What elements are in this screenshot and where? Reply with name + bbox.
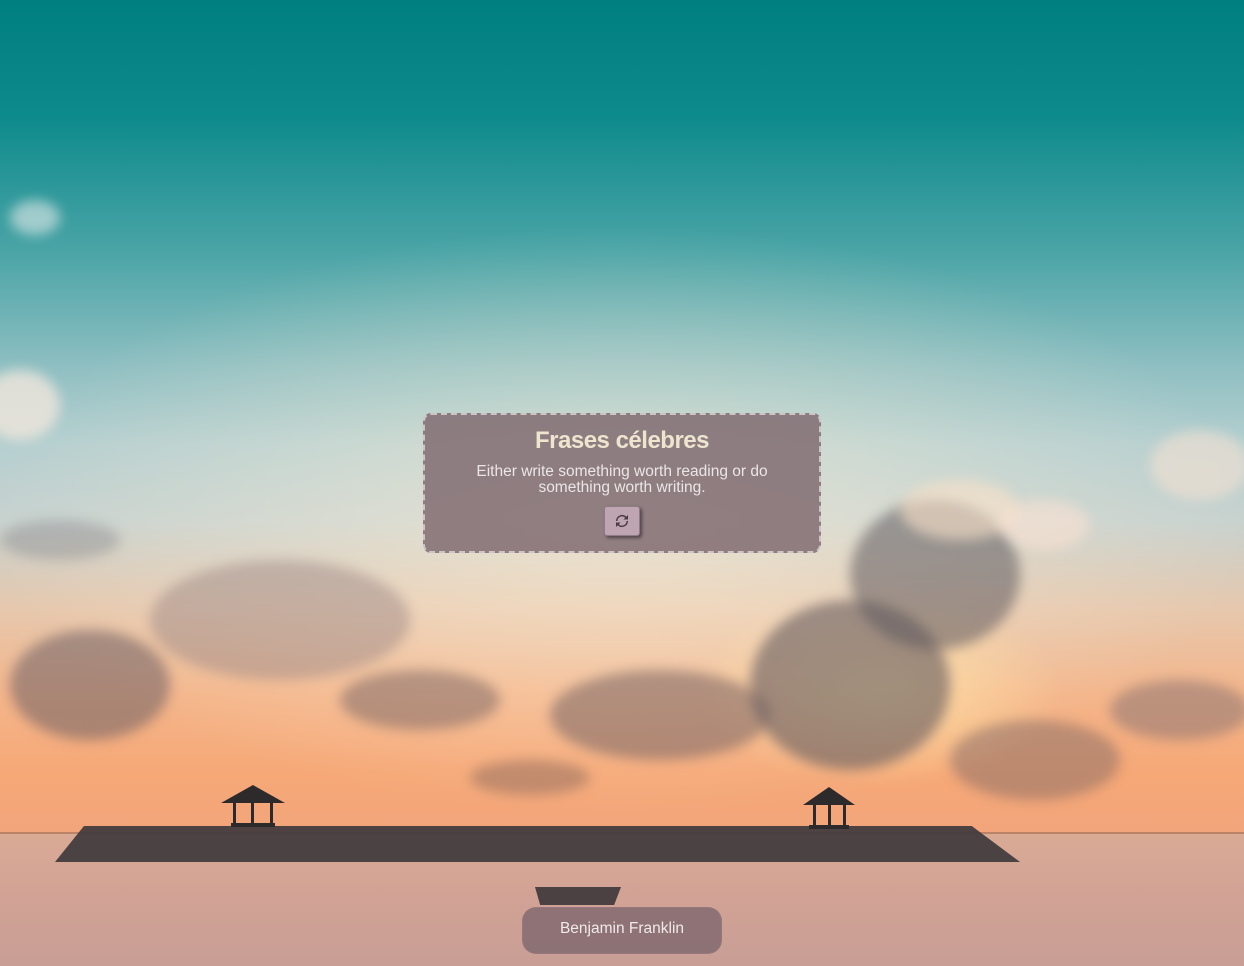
cloud	[340, 670, 500, 730]
refresh-button[interactable]	[604, 506, 640, 536]
author-badge: Benjamin Franklin	[522, 907, 722, 954]
cloud	[470, 760, 590, 795]
cloud	[1150, 430, 1244, 500]
cloud	[0, 520, 120, 560]
cloud	[1110, 680, 1244, 740]
page-title: Frases célebres	[535, 427, 709, 454]
cloud	[10, 630, 170, 740]
cloud	[0, 370, 60, 440]
jetty	[55, 826, 1020, 862]
cloud	[10, 200, 60, 235]
quote-card: Frases célebres Either write something w…	[423, 413, 821, 553]
cloud	[150, 560, 410, 680]
author-name: Benjamin Franklin	[559, 919, 685, 937]
cloud	[550, 670, 770, 760]
cloud	[1000, 500, 1090, 550]
refresh-icon	[616, 515, 628, 527]
gazebo-right	[803, 781, 855, 829]
gazebo-left	[221, 779, 285, 827]
cloud	[950, 720, 1120, 800]
boat	[535, 887, 621, 905]
quote-text: Either write something worth reading or …	[476, 463, 768, 496]
